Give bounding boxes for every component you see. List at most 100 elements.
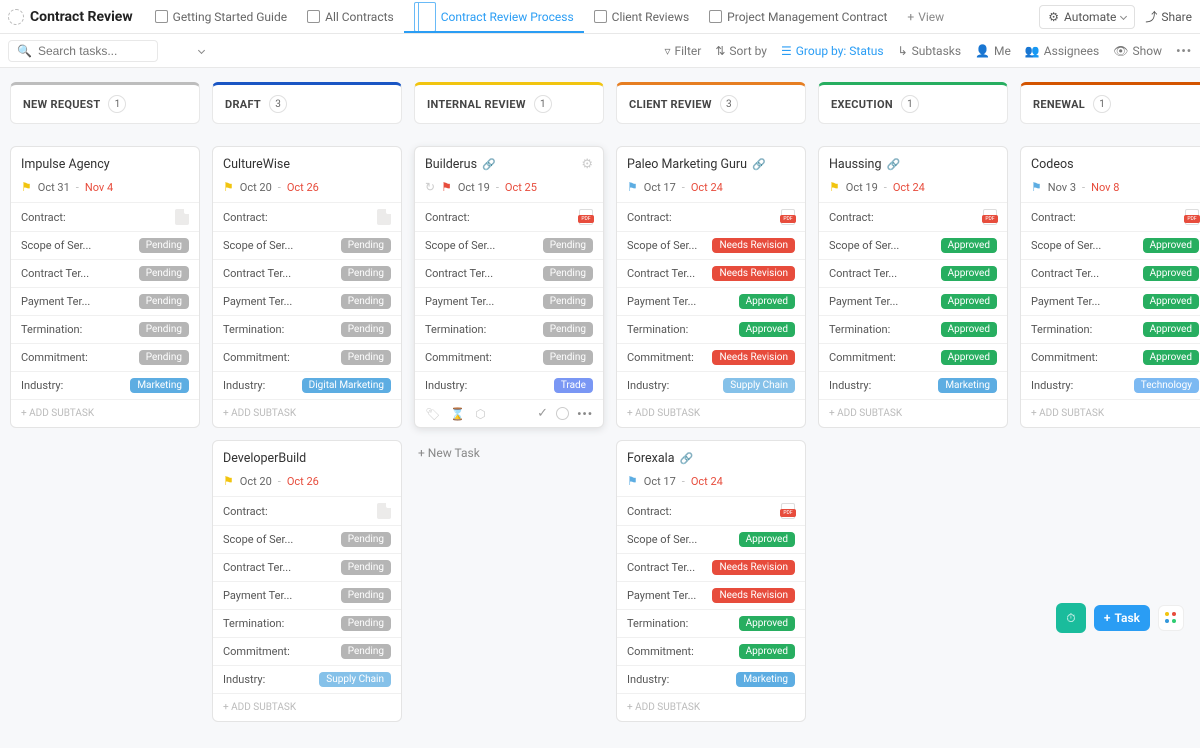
flag-icon: ⚑ [21,180,32,194]
search-input[interactable] [38,44,193,58]
card-paleo[interactable]: Paleo Marketing Guru🔗 ⚑Oct 17-Oct 24 Con… [616,146,806,428]
column-header[interactable]: CLIENT REVIEW 3 [616,82,806,124]
add-subtask-button[interactable]: + ADD SUBTASK [11,399,199,427]
pdf-icon[interactable] [1185,209,1199,225]
tab-getting-started[interactable]: Getting Started Guide [145,10,297,24]
column-header[interactable]: EXECUTION 1 [818,82,1008,124]
groupby-button[interactable]: ☰Group by: Status [781,44,884,58]
card-builderus[interactable]: Builderus🔗⚙ ↻⚑Oct 19-Oct 25 Contract: Sc… [414,146,604,428]
column-internal-review: INTERNAL REVIEW 1 Builderus🔗⚙ ↻⚑Oct 19-O… [414,82,604,466]
doc-icon [155,10,168,23]
card-developerbuild[interactable]: DeveloperBuild ⚑Oct 20-Oct 26 Contract: … [212,440,402,722]
document-icon[interactable] [377,503,391,519]
tab-all-contracts[interactable]: All Contracts [297,10,404,24]
column-count: 1 [901,95,919,113]
flag-icon: ⚑ [627,180,638,194]
tag-icon[interactable]: 🏷 [425,407,440,421]
chevron-down-icon [1120,13,1127,20]
add-subtask-button[interactable]: + ADD SUBTASK [1021,399,1200,427]
add-subtask-button[interactable]: + ADD SUBTASK [213,399,401,427]
me-button[interactable]: 👤Me [975,44,1011,58]
plus-icon: + [1104,611,1111,625]
sort-icon: ⇅ [715,44,725,58]
tab-project-mgmt-contract[interactable]: Project Management Contract [699,10,897,24]
card-culturewise[interactable]: CultureWise ⚑Oct 20-Oct 26 Contract: Sco… [212,146,402,428]
add-subtask-button[interactable]: + ADD SUBTASK [213,693,401,721]
search-wrap[interactable]: 🔍 [8,40,158,62]
apps-fab[interactable] [1158,605,1184,631]
industry-pill[interactable]: Marketing [130,378,189,393]
list-icon [594,10,607,23]
fab-bar: ⏱ +Task [1056,603,1184,633]
card-footer: 🏷 ⌛ ⬡ ✓ ••• [415,399,603,427]
check-icon[interactable]: ✓ [537,406,548,421]
sprint-icon[interactable]: ⬡ [475,407,485,421]
card-impulse-agency[interactable]: Impulse Agency ⚑Oct 31-Nov 4 Contract: S… [10,146,200,428]
column-renewal: RENEWAL 1 Codeos ⚑Nov 3-Nov 8 Contract: … [1020,82,1200,440]
pdf-icon[interactable] [781,503,795,519]
flag-icon: ⚑ [1031,180,1042,194]
more-icon[interactable]: ••• [577,407,593,421]
column-header[interactable]: NEW REQUEST 1 [10,82,200,124]
list-icon [307,10,320,23]
recur-icon: ↻ [425,180,435,194]
workspace-icon [8,9,24,25]
column-count: 1 [534,95,552,113]
status-pill[interactable]: Pending [139,350,189,365]
subtasks-button[interactable]: ↳Subtasks [898,44,961,58]
status-pill[interactable]: Pending [139,322,189,337]
assignees-button[interactable]: 👥Assignees [1025,44,1099,58]
timer-fab[interactable]: ⏱ [1056,603,1086,633]
flag-icon: ⚑ [223,474,234,488]
add-subtask-button[interactable]: + ADD SUBTASK [617,693,805,721]
column-count: 3 [269,95,287,113]
tab-client-reviews[interactable]: Client Reviews [584,10,700,24]
tab-contract-review-process[interactable]: Contract Review Process [404,2,584,32]
flag-icon: ⚑ [829,180,840,194]
column-execution: EXECUTION 1 Haussing🔗 ⚑Oct 19-Oct 24 Con… [818,82,1008,440]
add-subtask-button[interactable]: + ADD SUBTASK [819,399,1007,427]
pdf-icon[interactable] [781,209,795,225]
doc-icon [709,10,722,23]
pdf-icon[interactable] [579,209,593,225]
column-header[interactable]: INTERNAL REVIEW 1 [414,82,604,124]
document-icon[interactable] [377,209,391,225]
kanban-board: NEW REQUEST 1 Impulse Agency ⚑Oct 31-Nov… [0,68,1200,748]
flag-icon: ⚑ [223,180,234,194]
gear-icon[interactable]: ⚙ [581,157,593,172]
automate-button[interactable]: ⚙Automate [1039,5,1135,29]
new-task-fab[interactable]: +Task [1094,605,1150,631]
share-button[interactable]: ⤴Share [1145,8,1192,25]
add-view-button[interactable]: +View [897,10,954,24]
chevron-down-icon[interactable] [198,47,205,54]
pdf-icon[interactable] [983,209,997,225]
show-button[interactable]: 👁Show [1113,44,1162,58]
link-icon: 🔗 [680,452,694,465]
status-pill[interactable]: Pending [139,294,189,309]
filter-button[interactable]: ▿Filter [664,44,701,58]
people-icon: 👥 [1025,44,1040,58]
document-icon[interactable] [175,209,189,225]
status-pill[interactable]: Pending [139,238,189,253]
status-pill[interactable]: Pending [139,266,189,281]
board-icon [414,2,436,32]
more-button[interactable]: ••• [1176,44,1192,58]
column-draft: DRAFT 3 CultureWise ⚑Oct 20-Oct 26 Contr… [212,82,402,734]
assignee-empty-icon[interactable] [556,407,569,420]
flag-icon: ⚑ [441,180,452,194]
card-forexala[interactable]: Forexala🔗 ⚑Oct 17-Oct 24 Contract: Scope… [616,440,806,722]
automate-icon: ⚙ [1048,10,1059,24]
share-icon: ⤴ [1145,8,1157,25]
new-task-button[interactable]: + New Task [414,440,604,466]
card-haussing[interactable]: Haussing🔗 ⚑Oct 19-Oct 24 Contract: Scope… [818,146,1008,428]
add-subtask-button[interactable]: + ADD SUBTASK [617,399,805,427]
hourglass-icon[interactable]: ⌛ [450,407,465,421]
column-count: 3 [720,95,738,113]
card-codeos[interactable]: Codeos ⚑Nov 3-Nov 8 Contract: Scope of S… [1020,146,1200,428]
column-client-review: CLIENT REVIEW 3 Paleo Marketing Guru🔗 ⚑O… [616,82,806,734]
column-header[interactable]: RENEWAL 1 [1020,82,1200,124]
sortby-button[interactable]: ⇅Sort by [715,44,767,58]
search-icon: 🔍 [17,44,32,58]
plus-icon: + [907,10,914,24]
column-header[interactable]: DRAFT 3 [212,82,402,124]
